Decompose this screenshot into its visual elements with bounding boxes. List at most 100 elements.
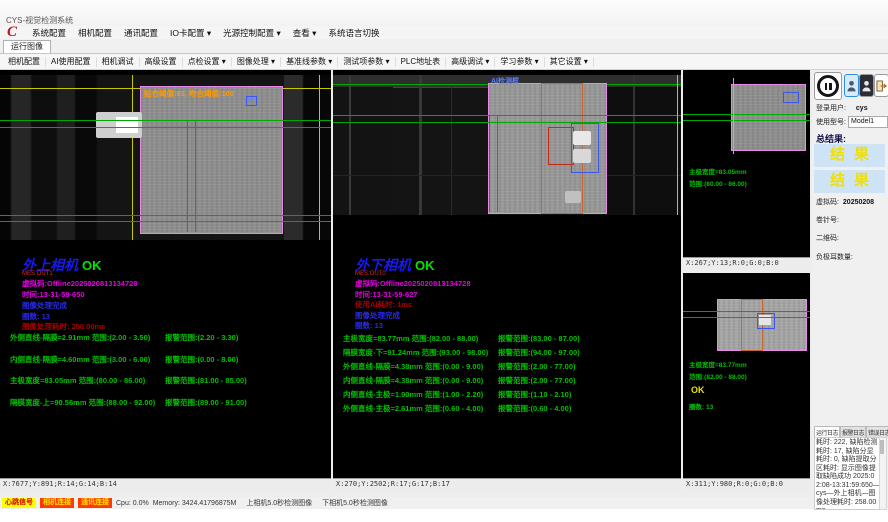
- tool-plc-address[interactable]: PLC地址表: [396, 57, 447, 67]
- camera-connect-badge: 相机连接: [40, 498, 74, 508]
- menu-language-switch[interactable]: 系统语言切换: [322, 27, 385, 39]
- mid-camera-panel: AI检测框 外下相机OK MES:OUT0 虚拟码:Offline2025020…: [333, 70, 681, 491]
- app-logo-icon: C: [7, 24, 23, 40]
- exit-button[interactable]: [874, 74, 888, 97]
- menu-light-config[interactable]: 光源控制配置 ▾: [217, 27, 287, 39]
- tool-advanced-debug[interactable]: 高级调试 ▾: [446, 57, 495, 67]
- alarm-range: 报警范围:(89.00 - 91.00): [165, 397, 247, 419]
- left-camera-image[interactable]: 贴合阈值:93, 吻合阈值:100 88: [0, 75, 331, 240]
- small-bottom-text-2: 范围:(82.00 - 88.00): [689, 371, 747, 381]
- menu-comm-config[interactable]: 通讯配置: [118, 27, 164, 39]
- tool-image-process[interactable]: 图像处理 ▾: [232, 57, 281, 67]
- measurement-row: 内侧直线-隔膜=4.60mm 范围:(3.00 - 6.00) 报警范围:(0.…: [10, 354, 325, 376]
- main-area: 贴合阈值:93, 吻合阈值:100 88 外上相机OK MES:OUT1 虚拟码…: [0, 70, 888, 509]
- mid-tab-blob-1: [573, 131, 591, 145]
- menu-io-config[interactable]: IO卡配置 ▾: [164, 27, 217, 39]
- measurement-value: 外侧直线-隔膜=4.38mm 范围:(0.00 - 9.00): [343, 361, 498, 375]
- tool-other-settings[interactable]: 其它设置 ▾: [545, 57, 594, 67]
- measurement-value: 隔膜宽度-下=91.24mm 范围:(93.00 - 98.00): [343, 347, 498, 361]
- status-bar: 心跳信号 相机连接 通讯连接 Cpu: 0.0% Memory: 3424.41…: [0, 497, 814, 509]
- pause-button[interactable]: [814, 72, 842, 100]
- small-top-image[interactable]: 主极宽度=83.05mm 范围:(80.00 - 86.00): [683, 70, 810, 258]
- menu-system-config[interactable]: 系统配置: [26, 27, 72, 39]
- model-label-row: 使用型号:: [816, 117, 846, 127]
- login-user-label: 登录用户:: [816, 105, 846, 112]
- title-bar: CYS-视觉检测系统: [0, 0, 888, 26]
- mid-green-vline-1: [489, 115, 490, 212]
- user-icon: [847, 80, 856, 92]
- mid-green-vline-2: [497, 115, 498, 212]
- small-view-bottom: 主极宽度=83.77mm 范围:(82.00 - 88.00) OK 圈数: 1…: [683, 273, 810, 491]
- left-virtual-code: 虚拟码:Offline2025020813134728: [22, 278, 138, 289]
- left-pixel-coords: X:7677;Y:891;R:14;G:14;B:14: [0, 478, 331, 491]
- menu-view[interactable]: 查看 ▾: [287, 27, 323, 39]
- mid-turn-count: 圈数: 13: [355, 320, 383, 331]
- measurement-row: 内侧直线-隔膜=4.38mm 范围:(0.00 - 9.00) 报警范围:(2.…: [343, 375, 658, 389]
- left-green-line-2: [0, 127, 331, 128]
- upper-camera-status: 上相机5.0秒检测图像: [246, 498, 312, 508]
- small-top-text-2: 范围:(80.00 - 86.00): [689, 178, 747, 188]
- mid-camera-ok: OK: [415, 258, 435, 273]
- exit-door-icon: [876, 80, 887, 92]
- menu-bar: C 系统配置 相机配置 通讯配置 IO卡配置 ▾ 光源控制配置 ▾ 查看 ▾ 系…: [0, 26, 888, 39]
- tool-advanced-settings[interactable]: 高级设置: [140, 57, 183, 67]
- small-bottom-ok: OK: [691, 385, 705, 395]
- measurement-row: 外侧直线-主极=2.61mm 范围:(0.60 - 4.00) 报警范围:(0.…: [343, 403, 658, 417]
- tab-count-label: 负极耳数量:: [816, 252, 853, 262]
- alarm-range: 报警范围:(2.20 - 3.30): [165, 332, 238, 354]
- log-scrollbar-thumb[interactable]: [880, 440, 884, 454]
- tab-run-image[interactable]: 运行图像: [3, 40, 51, 53]
- tool-camera-config[interactable]: 相机配置: [3, 57, 46, 67]
- measurement-value: 主极宽度=83.05mm 范围:(80.00 - 86.00): [10, 375, 165, 397]
- left-camera-panel: 贴合阈值:93, 吻合阈值:100 88 外上相机OK MES:OUT1 虚拟码…: [0, 70, 331, 491]
- left-time: 时间:13-31-59-650: [22, 289, 85, 300]
- mid-right-zone: [603, 87, 681, 215]
- small-bottom-text-1: 主极宽度=83.77mm: [689, 359, 747, 369]
- side-panel: 登录用户: cys 使用型号: Model1 总结果: 结果 结果 虚拟码: 2…: [812, 70, 888, 509]
- mid-ai-time: 使用AI耗时: 1ms: [355, 299, 412, 310]
- mid-virtual-code: 虚拟码:Offline2025020813134728: [355, 278, 471, 289]
- small-bottom-pixel-coords: X:311;Y:980;R:0;G:0;B:0: [683, 478, 810, 491]
- left-green-line-4: [0, 221, 331, 222]
- measurement-row: 隔膜宽度-下=91.24mm 范围:(93.00 - 98.00) 报警范围:(…: [343, 347, 658, 361]
- tool-test-params[interactable]: 测试项参数 ▾: [338, 57, 395, 67]
- mid-camera-image[interactable]: AI检测框: [333, 75, 681, 215]
- left-measurement-list: 外侧直线-隔膜=2.91mm 范围:(2.00 - 3.50) 报警范围:(2.…: [10, 332, 325, 418]
- tool-learn-params[interactable]: 学习参数 ▾: [495, 57, 544, 67]
- left-mes-status: MES:OUT1: [22, 271, 53, 277]
- small-top-green-line-2: [683, 120, 810, 121]
- tool-spot-check[interactable]: 点检设置 ▾: [183, 57, 232, 67]
- measurement-value: 隔膜宽度-上=90.56mm 范围:(88.00 - 92.00): [10, 397, 165, 419]
- login-user-button[interactable]: [844, 74, 859, 97]
- mid-struct-line-2: [419, 75, 422, 215]
- left-green-line-1: [0, 120, 331, 121]
- measurement-value: 外侧直线-主极=2.61mm 范围:(0.60 - 4.00): [343, 403, 498, 417]
- small-bottom-green-line-1: [683, 311, 810, 312]
- left-green-line-3: [0, 215, 331, 216]
- small-view-top: 主极宽度=83.05mm 范围:(80.00 - 86.00) X:267;Y:…: [683, 70, 810, 270]
- mid-struct-line-3: [451, 75, 452, 215]
- lower-camera-status: 下相机5.0秒检测图像: [322, 498, 388, 508]
- measurement-value: 内侧直线-主极=1.90mm 范围:(1.00 - 2.20): [343, 389, 498, 403]
- tool-ai-config[interactable]: AI使用配置: [46, 57, 97, 67]
- measurement-row: 主极宽度=83.05mm 范围:(80.00 - 86.00) 报警范围:(81…: [10, 375, 325, 397]
- small-bottom-image[interactable]: 主极宽度=83.77mm 范围:(82.00 - 88.00) OK 圈数: 1…: [683, 273, 810, 479]
- left-blue-box-label: 88: [246, 96, 257, 106]
- tool-baseline-params[interactable]: 基准线参数 ▾: [281, 57, 338, 67]
- menu-camera-config[interactable]: 相机配置: [72, 27, 118, 39]
- log-text-area[interactable]: 耗时: 222, 缺陷检测耗时: 17, 缺陷分显耗时: 0, 缺陷提取分区耗时…: [814, 437, 882, 510]
- tool-camera-debug[interactable]: 相机调试: [97, 57, 140, 67]
- left-green-vline-2: [195, 120, 196, 232]
- model-value-box[interactable]: Model1: [848, 116, 888, 128]
- mid-measurement-list: 主极宽度=83.77mm 范围:(82.00 - 88.00) 报警范围:(83…: [343, 333, 658, 417]
- virtual-code-label: 虚拟码:: [816, 199, 839, 206]
- heartbeat-badge: 心跳信号: [2, 498, 36, 508]
- measurement-value: 内侧直线-隔膜=4.60mm 范围:(3.00 - 6.00): [10, 354, 165, 376]
- mid-tab-blob-2: [573, 149, 591, 163]
- small-top-text-1: 主极宽度=83.05mm: [689, 166, 747, 176]
- operator-button[interactable]: [859, 74, 874, 97]
- log-scrollbar[interactable]: [879, 437, 887, 510]
- left-camera-ok: OK: [82, 258, 102, 273]
- mid-mes-status: MES:OUT0: [355, 271, 386, 277]
- small-bottom-green-line-2: [683, 317, 810, 318]
